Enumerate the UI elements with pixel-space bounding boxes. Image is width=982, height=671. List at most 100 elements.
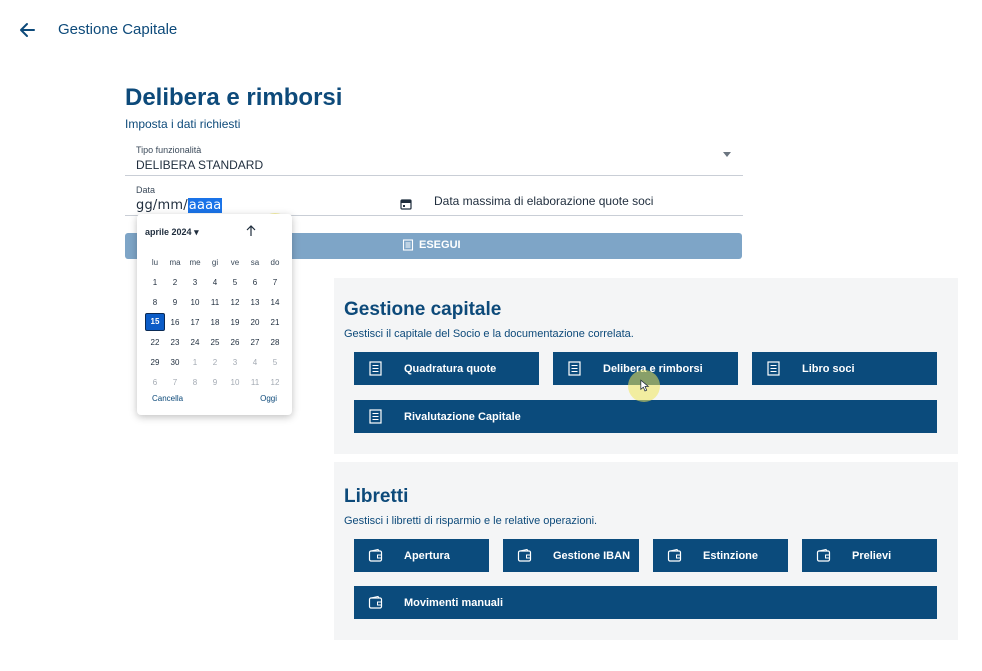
calendar-day[interactable]: 22	[145, 338, 165, 347]
calendar-day[interactable]: 7	[265, 278, 285, 287]
calendar-day[interactable]: 27	[245, 338, 265, 347]
calendar-week-row: 1234567	[145, 272, 285, 292]
data-massima-field[interactable]: Data massima di elaborazione quote soci	[418, 180, 743, 216]
calendar-day[interactable]: 6	[245, 278, 265, 287]
calendar-day-outside-month[interactable]: 10	[225, 378, 245, 387]
calendar-day[interactable]: 2	[165, 278, 185, 287]
calendar-day[interactable]: 25	[205, 338, 225, 347]
calendar-day[interactable]: 15	[145, 313, 165, 331]
data-field[interactable]: Data gg/mm/aaaa	[125, 180, 418, 216]
document-list-icon	[369, 361, 382, 376]
data-input-prefix: gg/mm/	[136, 198, 188, 213]
wallet-icon	[368, 548, 383, 562]
calendar-weekday: ma	[169, 257, 181, 267]
calendar-week-row: 22 23 24 25 26 27 28	[145, 332, 285, 352]
calendar-day-outside-month[interactable]: 8	[185, 378, 205, 387]
calendar-month-selector[interactable]: aprile 2024 ▾	[145, 227, 199, 238]
calendar-day[interactable]: 24	[185, 338, 205, 347]
calendar-week-row: 29 30 1 2 3 4 5	[145, 352, 285, 372]
esegui-label: ESEGUI	[419, 239, 461, 251]
arrow-left-icon[interactable]	[18, 20, 38, 40]
calendar-weekday: ve	[230, 257, 240, 267]
tipo-funzionalita-label: Tipo funzionalità	[136, 145, 202, 155]
libretti-subtitle: Gestisci i libretti di risparmio e le re…	[344, 515, 598, 527]
tile-apertura[interactable]: Apertura	[354, 539, 489, 572]
wallet-icon	[517, 548, 532, 562]
calendar-day-outside-month[interactable]: 1	[185, 358, 205, 367]
calendar-day-outside-month[interactable]: 11	[245, 378, 265, 387]
libretti-title: Libretti	[344, 486, 409, 507]
calendar-day[interactable]: 29	[145, 358, 165, 367]
tile-prelievi[interactable]: Prelievi	[802, 539, 937, 572]
calendar-day-outside-month[interactable]: 4	[245, 358, 265, 367]
gestione-capitale-title: Gestione capitale	[344, 299, 502, 320]
date-picker-popup: aprile 2024 ▾ lu ma me gi ve sa do 1 2 3 4 5 6 7 8 9 10…	[137, 214, 292, 415]
tile-label: Quadratura quote	[404, 363, 497, 375]
calendar-day[interactable]: 5	[225, 278, 245, 287]
calendar-day-outside-month[interactable]: 2	[205, 358, 225, 367]
calendar-day[interactable]: 30	[165, 358, 185, 367]
chevron-down-icon[interactable]	[723, 152, 731, 157]
calendar-day[interactable]: 28	[265, 338, 285, 347]
tile-label: Apertura	[404, 550, 450, 562]
calendar-day[interactable]: 14	[265, 298, 285, 307]
caret-down-icon: ▾	[194, 227, 199, 237]
calendar-day[interactable]: 20	[245, 318, 265, 327]
calendar-weekday: sa	[250, 257, 260, 267]
tile-label: Rivalutazione Capitale	[404, 411, 521, 423]
calendar-day[interactable]: 10	[185, 298, 205, 307]
calendar-day-outside-month[interactable]: 5	[265, 358, 285, 367]
wallet-icon	[368, 595, 383, 609]
tile-movimenti-manuali[interactable]: Movimenti manuali	[354, 586, 937, 619]
calendar-weekday-row: lu ma me gi ve sa do	[145, 252, 285, 272]
calendar-month-label: aprile 2024	[145, 227, 192, 237]
tile-libro-soci[interactable]: Libro soci	[752, 352, 937, 385]
page-subtitle: Imposta i dati richiesti	[125, 117, 241, 131]
calendar-day[interactable]: 1	[145, 278, 165, 287]
data-input[interactable]: gg/mm/aaaa	[136, 198, 223, 213]
calendar-week-row: 6 7 8 9 10 11 12	[145, 372, 285, 392]
gestione-capitale-subtitle: Gestisci il capitale del Socio e la docu…	[344, 328, 634, 340]
calendar-cancel-button[interactable]: Cancella	[152, 394, 183, 403]
tile-label: Prelievi	[852, 550, 892, 562]
calendar-day[interactable]: 9	[165, 298, 185, 307]
tile-label: Estinzione	[703, 550, 759, 562]
calendar-day[interactable]: 16	[165, 318, 185, 327]
calendar-day[interactable]: 21	[265, 318, 285, 327]
calendar-weekday: me	[189, 257, 201, 267]
calendar-day[interactable]: 19	[225, 318, 245, 327]
calendar-day[interactable]: 23	[165, 338, 185, 347]
calendar-day[interactable]: 8	[145, 298, 165, 307]
calendar-day[interactable]: 11	[205, 298, 225, 307]
calendar-today-button[interactable]: Oggi	[260, 394, 277, 403]
mouse-pointer-icon	[640, 379, 650, 392]
calendar-day-outside-month[interactable]: 6	[145, 378, 165, 387]
calendar-day[interactable]: 13	[245, 298, 265, 307]
tile-label: Gestione IBAN	[553, 550, 631, 562]
top-bar: Gestione Capitale	[0, 0, 982, 60]
tile-quadratura-quote[interactable]: Quadratura quote	[354, 352, 539, 385]
tile-label: Movimenti manuali	[404, 597, 504, 609]
arrow-up-icon[interactable]	[245, 224, 257, 237]
calendar-day-outside-month[interactable]: 7	[165, 378, 185, 387]
calendar-day-outside-month[interactable]: 3	[225, 358, 245, 367]
tipo-funzionalita-select[interactable]: Tipo funzionalità DELIBERA STANDARD	[125, 140, 743, 176]
tile-label: Libro soci	[802, 363, 855, 375]
calendar-day-outside-month[interactable]: 12	[265, 378, 285, 387]
calendar-grid: lu ma me gi ve sa do 1 2 3 4 5 6 7 8 9 10 11 12 13 14 15 16 17…	[145, 252, 285, 392]
data-input-selected-segment: aaaa	[187, 198, 223, 213]
calendar-day[interactable]: 12	[225, 298, 245, 307]
tile-gestione-iban[interactable]: Gestione IBAN	[503, 539, 639, 572]
calendar-day[interactable]: 17	[185, 318, 205, 327]
calendar-day[interactable]: 4	[205, 278, 225, 287]
calendar-weekday: gi	[211, 257, 219, 267]
calendar-day-outside-month[interactable]: 9	[205, 378, 225, 387]
document-list-icon	[369, 409, 382, 424]
data-label: Data	[136, 185, 156, 195]
calendar-day[interactable]: 3	[185, 278, 205, 287]
calendar-day[interactable]: 26	[225, 338, 245, 347]
tile-rivalutazione-capitale[interactable]: Rivalutazione Capitale	[354, 400, 937, 433]
calendar-icon[interactable]	[400, 198, 412, 210]
tile-estinzione[interactable]: Estinzione	[653, 539, 788, 572]
calendar-day[interactable]: 18	[205, 318, 225, 327]
